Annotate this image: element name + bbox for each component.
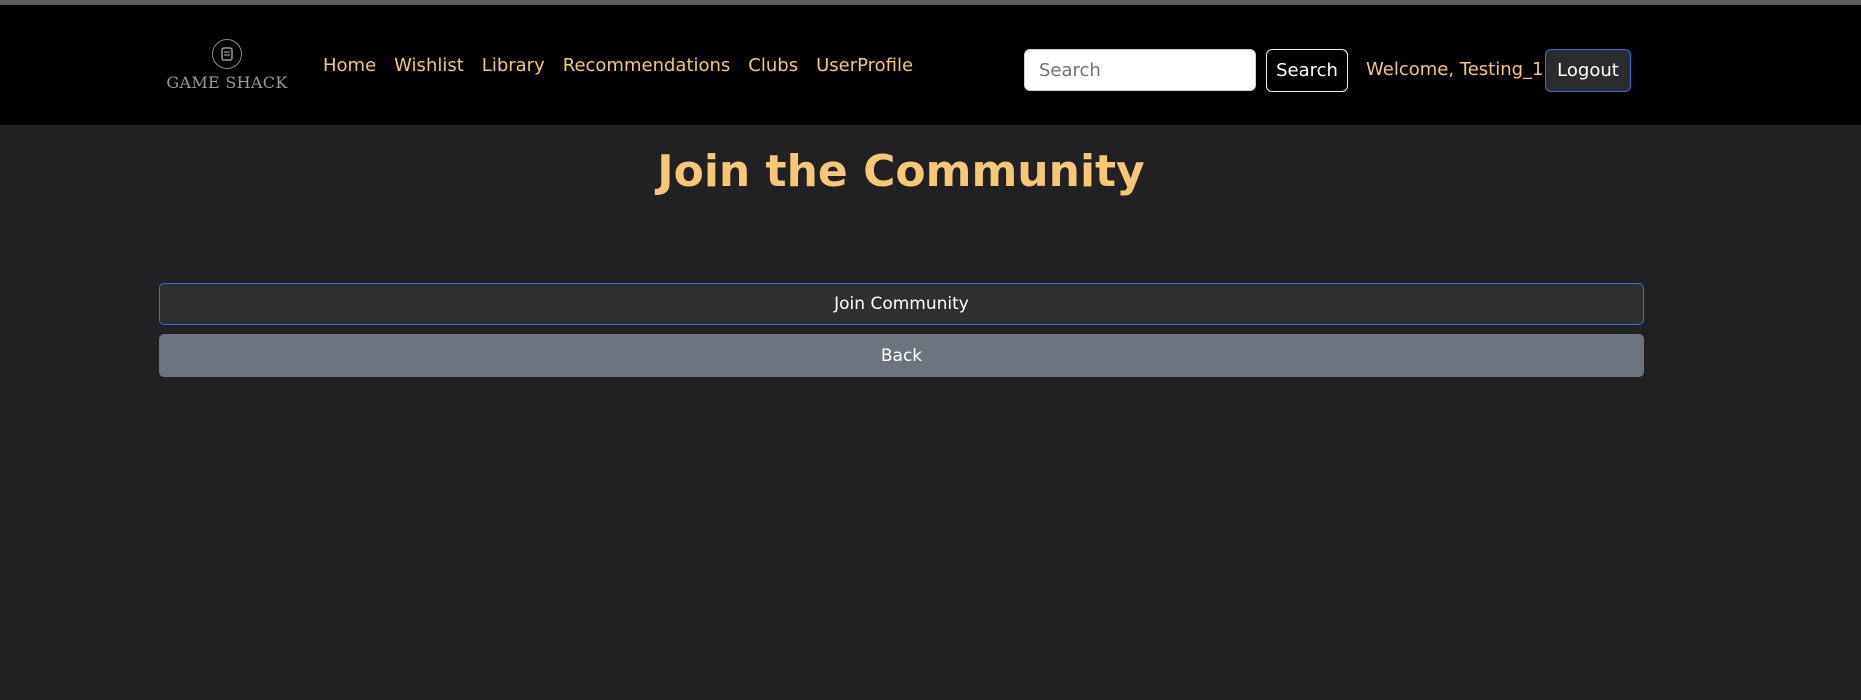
logout-button[interactable]: Logout xyxy=(1545,49,1631,92)
page-title: Join the Community xyxy=(657,146,1145,197)
top-navbar: GAME SHACK Home Wishlist Library Recomme… xyxy=(0,5,1861,125)
nav-link-clubs[interactable]: Clubs xyxy=(748,55,798,76)
nav-link-library[interactable]: Library xyxy=(482,55,545,76)
back-button[interactable]: Back xyxy=(159,334,1644,377)
nav-links: Home Wishlist Library Recommendations Cl… xyxy=(323,55,913,76)
nav-link-recommendations[interactable]: Recommendations xyxy=(563,55,731,76)
search-input[interactable] xyxy=(1024,49,1256,91)
site-logo[interactable]: GAME SHACK xyxy=(166,27,287,119)
welcome-message: Welcome, Testing_1! xyxy=(1366,59,1551,80)
nav-link-userprofile[interactable]: UserProfile xyxy=(816,55,913,76)
nav-link-home[interactable]: Home xyxy=(323,55,376,76)
logo-text: GAME SHACK xyxy=(166,73,288,92)
search-button[interactable]: Search xyxy=(1266,49,1348,92)
controller-badge-icon xyxy=(212,39,242,69)
nav-link-wishlist[interactable]: Wishlist xyxy=(394,55,464,76)
join-community-button[interactable]: Join Community xyxy=(159,283,1644,325)
